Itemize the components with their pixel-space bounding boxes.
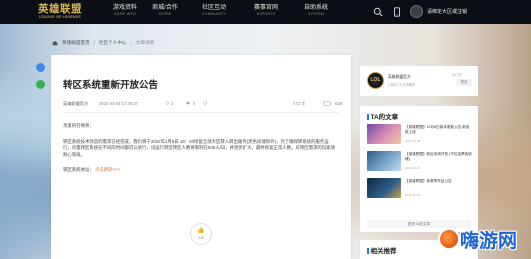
wechat-share-icon[interactable] (36, 80, 45, 89)
article-card: 转区系统重新开放公告 英雄联盟官方 2022-04-08 17:46:37 3 … (51, 55, 351, 259)
article-paragraph: 转区系统技术改造的需求已经完成，我们将于2022年4月8日 18：00恢复全部大… (63, 138, 335, 157)
follow-button[interactable]: 关注 (456, 79, 472, 86)
ta-articles-panel: TA的文章 【英雄联盟】12月8日版本更新公告 新皮肤上线 2022-12-08… (360, 106, 478, 232)
comment-count: 638 (335, 101, 342, 106)
list-item-date: 2022-12-08 (405, 139, 421, 143)
article-body: 亲爱的召唤师： 转区系统技术改造的需求已经完成，我们将于2022年4月8日 18… (63, 123, 337, 183)
logo-text: 英雄联盟 (38, 3, 82, 15)
login-link[interactable]: 请绑定大区或注销 (427, 8, 467, 15)
thumbs-up-icon: 👍 (197, 228, 205, 234)
article-meta: 英雄联盟官方 2022-04-08 17:46:37 3 0 473 字 638 (63, 99, 343, 109)
article-author[interactable]: 英雄联盟官方 (63, 101, 88, 107)
list-item-title: 【英雄联盟】新赛季开启公告 (405, 179, 452, 183)
divider (63, 112, 339, 113)
avatar[interactable] (410, 5, 423, 18)
author-stats: 1 粉丝 | 5 分享稿件 (388, 83, 416, 87)
logo-subtext: LEAGUE OF LEGENDS (39, 15, 81, 19)
ta-articles-title: TA的文章 (367, 111, 398, 121)
watermark-logo-icon (438, 228, 460, 250)
list-item-date: 2022-11-25 (405, 166, 421, 170)
share-column (36, 63, 45, 97)
list-item-title: 【英雄联盟】转区系统开放 (不包括黑色玫瑰) (405, 152, 472, 161)
breadcrumb-separator: / (130, 40, 132, 46)
view-icon (165, 101, 169, 105)
article-thumbnail (367, 151, 401, 171)
qq-share-icon[interactable] (36, 63, 45, 72)
like-button[interactable]: 👍 638 (190, 223, 212, 245)
section-bar (367, 113, 369, 120)
nav-community[interactable]: 社区互动 COMMUNITY (184, 4, 244, 17)
follower-count: 44.7万 (452, 73, 462, 77)
search-icon[interactable] (373, 7, 383, 17)
site-watermark: 嗨游网 (438, 224, 531, 259)
watermark-text: 嗨游网 (460, 231, 518, 252)
breadcrumb-current: 文章详情 (135, 40, 155, 45)
comment-icon[interactable] (323, 101, 331, 106)
breadcrumb: 英雄联盟首页 / 社区个人中心 / 文章详情 (52, 40, 154, 46)
lol-logo[interactable]: 英雄联盟 LEAGUE OF LEGENDS (34, 3, 86, 21)
article-greeting: 亲爱的召唤师： (63, 123, 94, 128)
article-title: 转区系统重新开放公告 (63, 80, 159, 91)
list-item-title: 【英雄联盟】12月8日版本更新公告 新皮肤上线 (405, 125, 470, 134)
author-avatar[interactable]: LOL (367, 72, 384, 89)
like-count: 0 (193, 101, 196, 106)
list-item-date: 2022-11-10 (405, 193, 421, 197)
home-icon[interactable] (52, 40, 58, 46)
transfer-link[interactable]: 点击跳转>>> (95, 167, 120, 172)
list-item[interactable]: 【英雄联盟】新赛季开启公告 2022-11-10 (367, 178, 473, 200)
user-area[interactable]: 请绑定大区或注销 (410, 5, 467, 18)
mobile-icon[interactable] (392, 7, 402, 17)
related-title: 相关推荐 (367, 245, 397, 255)
breadcrumb-home[interactable]: 英雄联盟首页 (62, 40, 90, 46)
breadcrumb-community[interactable]: 社区个人中心 (99, 40, 127, 46)
article-link-line: 转区系统地址： 点击跳转>>> (63, 167, 337, 174)
list-item[interactable]: 【英雄联盟】转区系统开放 (不包括黑色玫瑰) 2022-11-25 (367, 151, 473, 173)
author-name[interactable]: 英雄联盟官方 (388, 75, 411, 80)
word-count: 473 字 (293, 101, 306, 106)
nav-system[interactable]: 自助系统 SYSTEM (286, 4, 346, 17)
article-date: 2022-04-08 17:46:37 (99, 101, 138, 106)
breadcrumb-separator: / (93, 40, 95, 46)
share-icon[interactable] (203, 101, 207, 105)
link-label: 转区系统地址： (63, 167, 94, 173)
author-card: LOL 英雄联盟官方 1 粉丝 | 5 分享稿件 44.7万 关注 (360, 66, 478, 96)
top-navigation: 英雄联盟 LEAGUE OF LEGENDS 游戏资料 GAME INFO 商城… (0, 0, 531, 24)
article-thumbnail (367, 124, 401, 144)
article-thumbnail (367, 178, 401, 198)
like-button-count: 638 (198, 236, 204, 240)
section-bar (367, 247, 369, 254)
view-count: 3 (171, 101, 174, 106)
like-icon (186, 101, 190, 105)
list-item[interactable]: 【英雄联盟】12月8日版本更新公告 新皮肤上线 2022-12-08 (367, 124, 473, 146)
